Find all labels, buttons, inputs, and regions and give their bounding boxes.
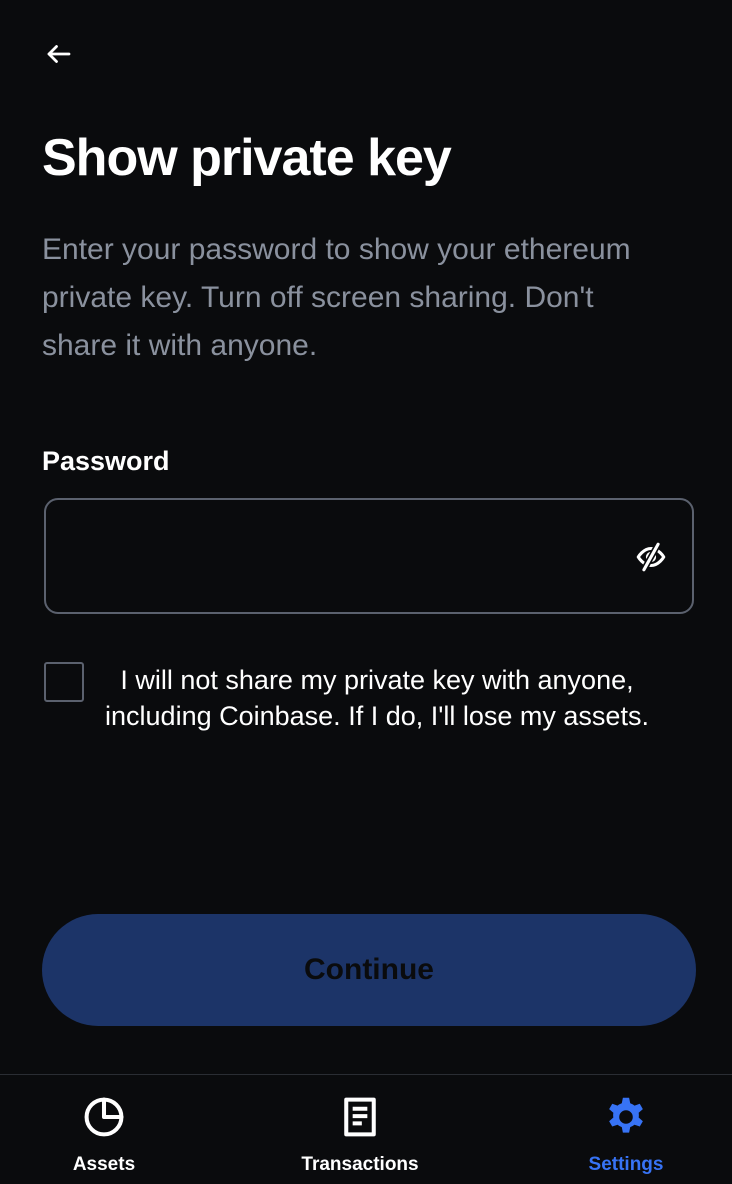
- tab-assets-label: Assets: [72, 1154, 136, 1175]
- arrow-left-icon: [47, 45, 71, 63]
- password-input[interactable]: [66, 500, 626, 612]
- agree-text[interactable]: I will not share my private key with any…: [82, 662, 672, 734]
- tab-settings-label: Settings: [588, 1154, 664, 1175]
- eye-off-icon[interactable]: [634, 540, 668, 574]
- gear-icon: [609, 1097, 643, 1133]
- password-field[interactable]: [44, 498, 694, 614]
- back-button[interactable]: [44, 34, 88, 74]
- password-label: Password: [42, 446, 170, 476]
- document-icon: [344, 1097, 376, 1137]
- tab-settings[interactable]: Settings: [576, 1075, 676, 1184]
- agree-checkbox[interactable]: [44, 662, 84, 702]
- continue-button[interactable]: Continue: [42, 914, 696, 1026]
- tab-transactions[interactable]: Transactions: [290, 1075, 430, 1184]
- page-subtitle: Enter your password to show your ethereu…: [42, 233, 631, 362]
- tab-assets[interactable]: Assets: [54, 1075, 154, 1184]
- tab-transactions-label: Transactions: [301, 1154, 419, 1175]
- show-private-key-screen: Show private key Enter your password to …: [0, 0, 732, 1184]
- pie-chart-icon: [84, 1097, 124, 1137]
- page-title: Show private key: [42, 129, 452, 187]
- bottom-tab-bar: Assets Transactions Settings: [0, 1074, 732, 1184]
